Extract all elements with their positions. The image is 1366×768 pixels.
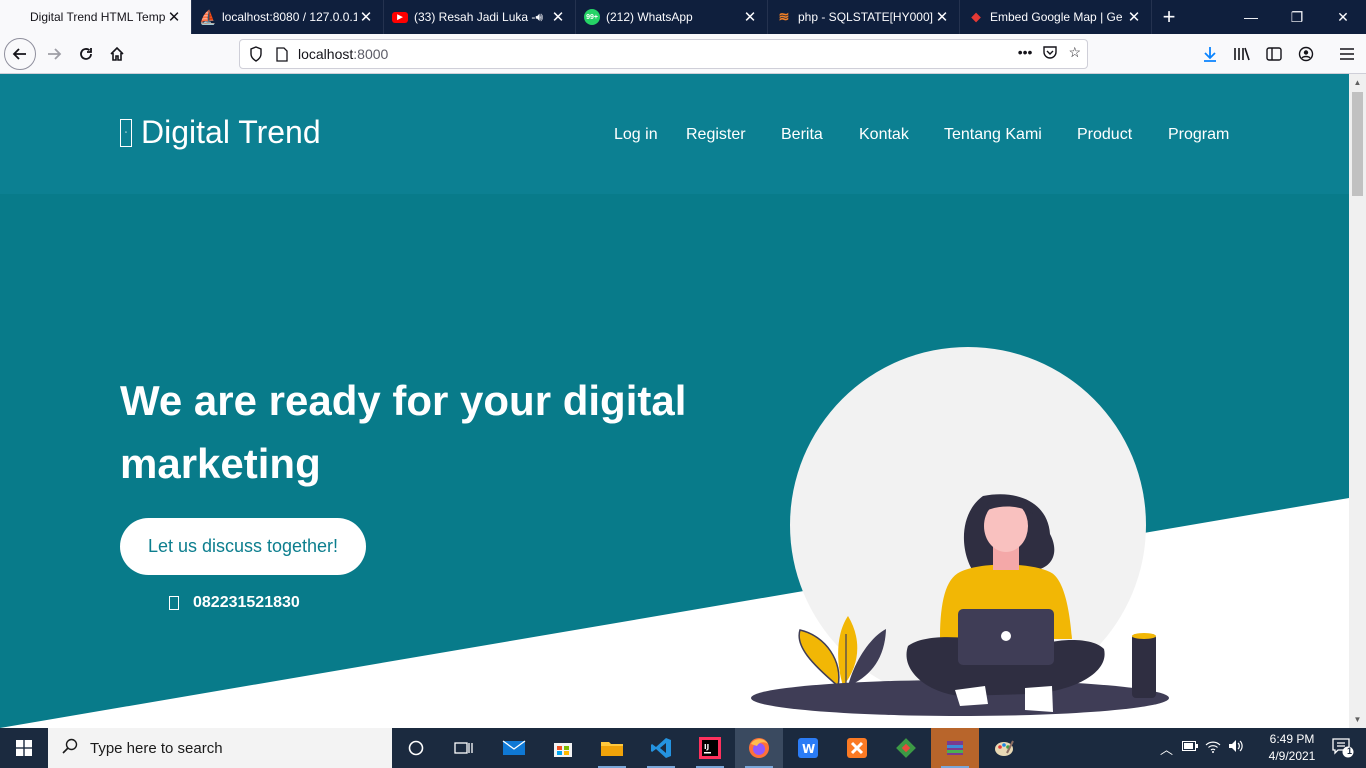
hero-illustration [751,347,1169,716]
tab-title: (33) Resah Jadi Luka - [414,10,536,24]
stackoverflow-icon: ≋ [778,9,790,24]
windows-taskbar: Type here to search IJ W ︿ 6:49 PM 4/9/2… [0,728,1366,768]
back-icon[interactable] [4,38,36,70]
pocket-icon[interactable] [1042,44,1058,63]
browser-tab[interactable]: ▶ (33) Resah Jadi Luka - 🔊︎ ✕ [384,0,576,34]
vertical-scrollbar[interactable]: ▲ ▼ [1349,74,1366,728]
browser-tab[interactable]: ⬥ Embed Google Map | Ge ✕ [960,0,1152,34]
notification-icon[interactable]: 1 [1332,738,1354,761]
file-explorer-icon[interactable] [588,728,636,768]
svg-text:IJ: IJ [704,743,709,751]
cortana-icon[interactable] [392,728,440,768]
close-tab-icon[interactable]: ✕ [357,8,375,26]
close-tab-icon[interactable]: ✕ [165,8,183,26]
minimize-icon[interactable]: — [1228,0,1274,34]
browser-tab[interactable]: ≋ php - SQLSTATE[HY000]: ✕ [768,0,960,34]
tab-title: php - SQLSTATE[HY000]: [798,10,933,24]
tab-title: (212) WhatsApp [606,10,693,24]
new-tab-icon[interactable]: + [1152,0,1186,34]
store-icon[interactable] [539,728,587,768]
task-view-icon[interactable] [440,728,488,768]
browser-tab[interactable]: Digital Trend HTML Template ✕ [0,0,192,34]
tab-title: Embed Google Map | Ge [990,10,1123,24]
close-tab-icon[interactable]: ✕ [741,8,759,26]
system-clock[interactable]: 6:49 PM 4/9/2021 [1262,731,1322,765]
speaker-icon[interactable]: 🔊︎ [535,10,543,25]
wps-writer-icon[interactable]: W [784,728,832,768]
browser-tab[interactable]: ⛵ localhost:8080 / 127.0.0.1 ✕ [192,0,384,34]
browser-tab[interactable]: 99+ (212) WhatsApp ✕ [576,0,768,34]
url-text: localhost:8000 [298,46,389,62]
browser-toolbar: localhost:8000 ••• ☆ [0,34,1366,74]
search-placeholder: Type here to search [90,739,223,757]
vscode-icon[interactable] [637,728,685,768]
close-tab-icon[interactable]: ✕ [933,8,951,26]
tab-title: Digital Trend HTML Template [30,10,165,24]
scroll-thumb[interactable] [1352,92,1363,196]
battery-icon[interactable] [1182,740,1198,754]
paint-icon[interactable] [980,728,1028,768]
bookmark-star-icon[interactable]: ☆ [1068,44,1081,63]
sidebar-icon[interactable] [1258,38,1290,70]
shield-icon[interactable] [246,44,266,64]
chevron-up-icon[interactable]: ︿ [1160,739,1173,758]
home-icon[interactable] [101,38,133,70]
account-icon[interactable] [1290,38,1322,70]
clock-date: 4/9/2021 [1268,749,1316,763]
windows-start-icon[interactable] [0,728,48,768]
download-icon[interactable] [1194,38,1226,70]
page-viewport: ▫ Digital Trend Log in Register Berita K… [0,74,1349,728]
xampp-icon[interactable] [833,728,881,768]
forward-icon[interactable] [38,38,70,70]
restore-icon[interactable]: ❐ [1274,0,1320,34]
more-actions-icon[interactable]: ••• [1018,44,1033,63]
clock-time: 6:49 PM [1269,732,1315,746]
whatsapp-icon: 99+ [584,9,600,25]
firefox-icon[interactable] [735,728,783,768]
scroll-down-icon[interactable]: ▼ [1349,711,1366,728]
reload-icon[interactable] [70,38,102,70]
winrar-icon[interactable] [931,728,979,768]
wifi-icon[interactable] [1205,739,1221,756]
scroll-up-icon[interactable]: ▲ [1349,74,1366,91]
search-icon [62,738,78,759]
volume-icon[interactable] [1228,739,1244,756]
page-icon [8,9,24,25]
mail-icon[interactable] [490,728,538,768]
close-window-icon[interactable]: ✕ [1320,0,1366,34]
library-icon[interactable] [1226,38,1258,70]
map-icon: ⬥ [971,9,981,24]
svg-text:W: W [802,742,815,756]
phpmyadmin-icon: ⛵ [199,8,217,25]
url-bar[interactable]: localhost:8000 ••• ☆ [239,39,1088,69]
close-tab-icon[interactable]: ✕ [1125,8,1143,26]
youtube-icon: ▶ [392,11,408,23]
intellij-icon[interactable]: IJ [686,728,734,768]
close-tab-icon[interactable]: ✕ [549,8,567,26]
page-info-icon[interactable] [272,44,292,64]
notification-count: 1 [1346,746,1352,756]
browser-tab-strip: Digital Trend HTML Template ✕ ⛵ localhos… [0,0,1366,34]
taskbar-search[interactable]: Type here to search [48,728,392,768]
tab-title: localhost:8080 / 127.0.0.1 [222,10,357,24]
speaker [1132,634,1156,698]
git-icon[interactable] [882,728,930,768]
menu-icon[interactable] [1331,38,1363,70]
